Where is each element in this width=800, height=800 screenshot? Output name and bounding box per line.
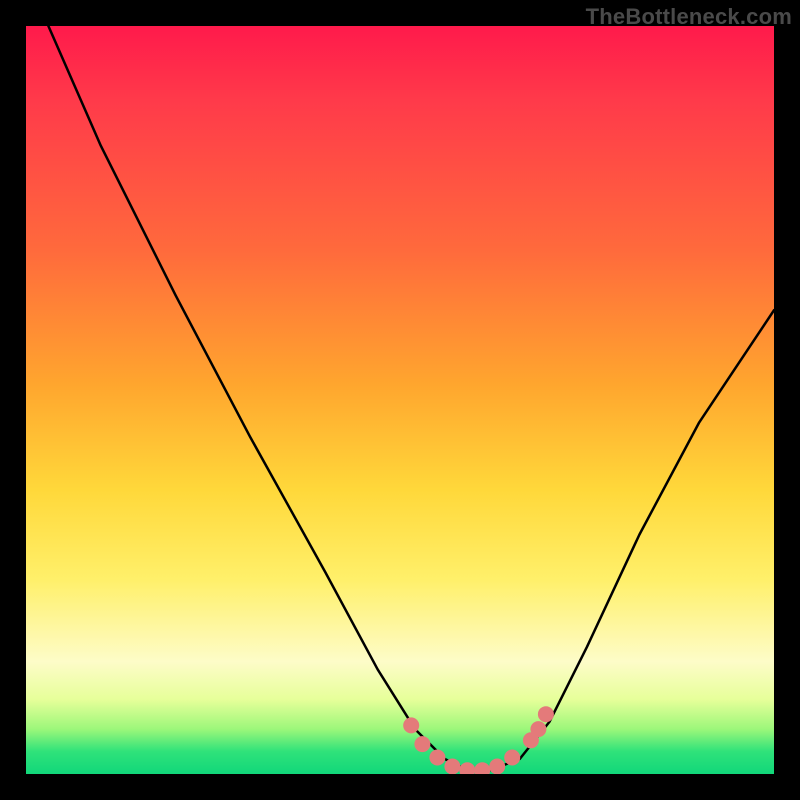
curve-marker bbox=[444, 759, 460, 775]
curve-marker bbox=[403, 717, 419, 733]
bottleneck-curve bbox=[48, 26, 774, 770]
curve-path bbox=[48, 26, 774, 770]
curve-marker bbox=[538, 706, 554, 722]
curve-marker bbox=[414, 736, 430, 752]
curve-marker bbox=[489, 759, 505, 775]
curve-marker bbox=[474, 762, 490, 774]
curve-markers bbox=[403, 706, 554, 774]
curve-marker bbox=[459, 762, 475, 774]
curve-layer bbox=[26, 26, 774, 774]
curve-marker bbox=[504, 750, 520, 766]
watermark-text: TheBottleneck.com bbox=[586, 4, 792, 30]
curve-marker bbox=[530, 721, 546, 737]
plot-area bbox=[26, 26, 774, 774]
curve-marker bbox=[429, 750, 445, 766]
chart-frame: TheBottleneck.com bbox=[0, 0, 800, 800]
